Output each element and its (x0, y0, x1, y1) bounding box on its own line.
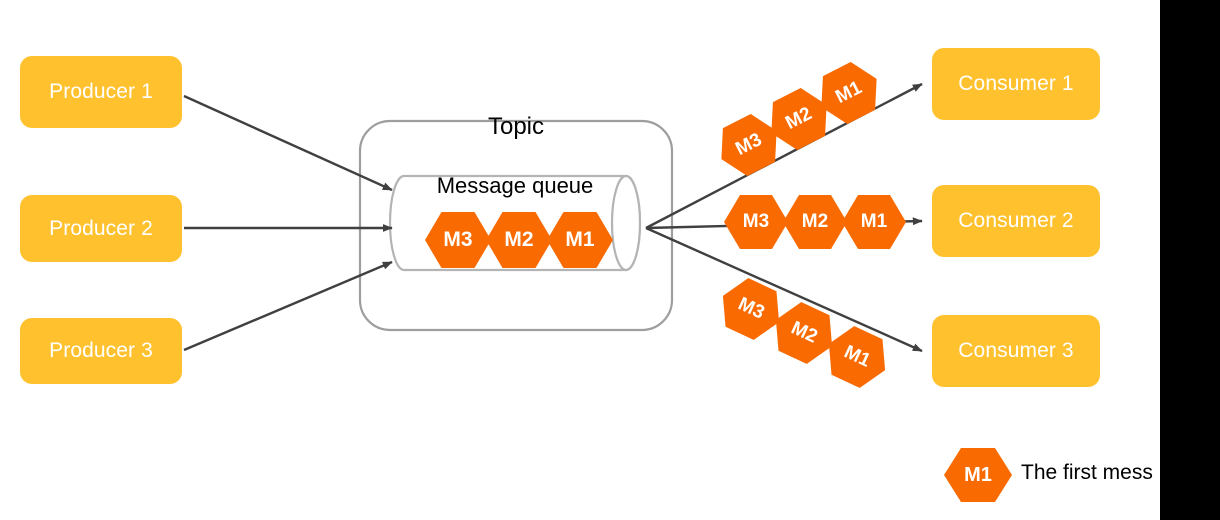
consumer-box-1[interactable]: Consumer 1 (932, 48, 1100, 120)
consumer-label-3: Consumer 3 (958, 339, 1074, 363)
topic-title: Topic (487, 113, 545, 140)
consumer2-message-label-m2: M2 (801, 211, 829, 232)
diagram-canvas: Producer 1 Producer 2 Producer 3 Topic M… (0, 0, 1220, 520)
producer-box-1[interactable]: Producer 1 (20, 56, 182, 128)
consumer3-message-label-m2: M2 (787, 317, 821, 348)
consumer1-message-label-m3: M3 (732, 129, 766, 160)
producer-label-1: Producer 1 (49, 80, 153, 104)
producer-label-2: Producer 2 (49, 216, 153, 240)
consumer3-message-label-m1: M1 (840, 341, 874, 372)
cropped-edge-bar (1160, 0, 1220, 520)
producer-box-2[interactable]: Producer 2 (20, 195, 182, 262)
consumer2-message-label-m1: M1 (860, 211, 888, 232)
queue-message-label-m3: M3 (443, 228, 473, 251)
consumer1-message-label-m1: M1 (832, 77, 866, 108)
legend-description: The first mess (1021, 461, 1153, 484)
producer-box-3[interactable]: Producer 3 (20, 318, 182, 384)
consumer-label-2: Consumer 2 (958, 209, 1074, 233)
message-queue-title: Message queue (436, 173, 594, 198)
consumer3-message-label-m3: M3 (734, 293, 768, 324)
producer-label-3: Producer 3 (49, 339, 153, 363)
legend-marker-label: M1 (964, 463, 992, 486)
consumer-box-3[interactable]: Consumer 3 (932, 315, 1100, 387)
queue-message-label-m1: M1 (565, 228, 595, 251)
consumer-box-2[interactable]: Consumer 2 (932, 185, 1100, 257)
consumer2-message-label-m3: M3 (742, 211, 770, 232)
consumer-label-1: Consumer 1 (958, 72, 1074, 96)
queue-message-label-m2: M2 (504, 228, 534, 251)
consumer1-message-label-m2: M2 (782, 103, 816, 134)
